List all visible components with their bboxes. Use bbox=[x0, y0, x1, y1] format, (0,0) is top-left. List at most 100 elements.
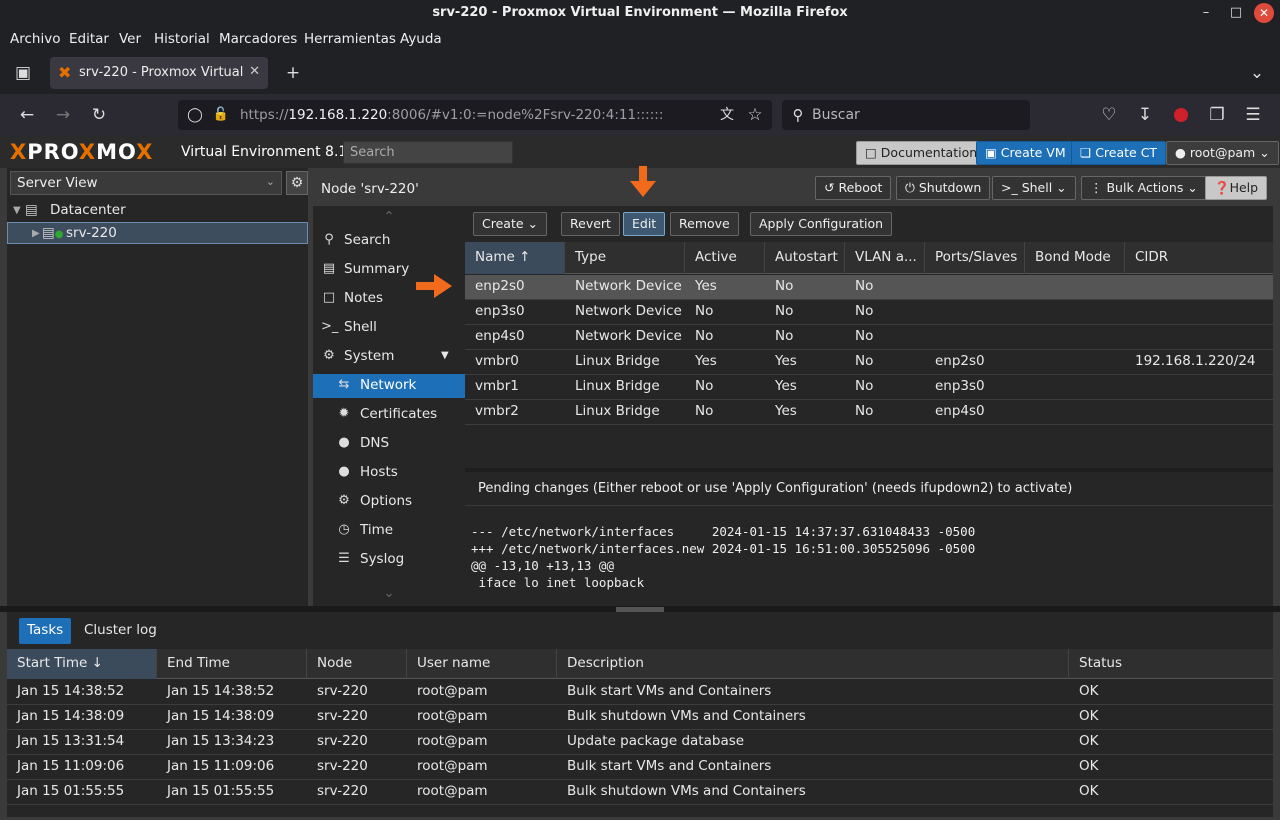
star-icon[interactable]: ☆ bbox=[744, 104, 766, 126]
minimize-icon[interactable]: – bbox=[1196, 3, 1216, 23]
scroll-up-icon[interactable]: ⌃ bbox=[313, 206, 465, 230]
collapse-icon[interactable]: ▼ bbox=[441, 345, 449, 367]
nav-item-system[interactable]: ⚙ System ▼ bbox=[313, 345, 465, 369]
col-name[interactable]: Name ↑ bbox=[465, 242, 565, 274]
tab-list-icon[interactable]: ⌄ bbox=[1246, 62, 1268, 84]
col-ports-slaves[interactable]: Ports/Slaves bbox=[925, 242, 1025, 274]
nav-item-certificates[interactable]: ✹ Certificates bbox=[313, 403, 465, 427]
table-row[interactable]: Jan 15 14:38:52 Jan 15 14:38:52 srv-220 … bbox=[7, 680, 1273, 705]
cell-ports bbox=[925, 300, 935, 325]
proxmox-logo: XPROXMOX bbox=[10, 140, 154, 164]
table-row[interactable]: Jan 15 11:09:06 Jan 15 11:09:06 srv-220 … bbox=[7, 755, 1273, 780]
menu-ver[interactable]: Ver bbox=[119, 31, 141, 47]
cell-status: OK bbox=[1079, 758, 1099, 774]
edit-button[interactable]: Edit bbox=[623, 212, 666, 236]
gear-icon[interactable]: ⚙ bbox=[286, 171, 308, 195]
extension-badge-icon[interactable] bbox=[1170, 104, 1192, 126]
col-end-time[interactable]: End Time bbox=[157, 649, 307, 679]
web-search-input[interactable]: ⚲ Buscar bbox=[782, 100, 1030, 130]
close-tab-icon[interactable]: ✕ bbox=[249, 64, 260, 79]
nav-item-dns[interactable]: ● DNS bbox=[313, 432, 465, 456]
nav-item-hosts[interactable]: ● Hosts bbox=[313, 461, 465, 485]
col-status[interactable]: Status bbox=[1069, 649, 1273, 679]
pocket-icon[interactable]: ♡ bbox=[1098, 104, 1120, 126]
maximize-icon[interactable]: □ bbox=[1226, 3, 1246, 23]
view-selector[interactable]: Server View ⌄ bbox=[10, 171, 282, 195]
menu-historial[interactable]: Historial bbox=[154, 31, 210, 47]
collapse-icon[interactable]: ▶ bbox=[32, 223, 40, 244]
apply-configuration-button[interactable]: Apply Configuration bbox=[750, 212, 893, 236]
col-bond-mode[interactable]: Bond Mode bbox=[1025, 242, 1125, 274]
menu-herramientas[interactable]: Herramientas bbox=[304, 31, 396, 47]
browser-tab[interactable]: ✖ srv-220 - Proxmox Virtual En ✕ bbox=[50, 57, 268, 89]
tree-item-node[interactable]: ▶ ▤● srv-220 bbox=[7, 222, 308, 244]
col-cidr[interactable]: CIDR bbox=[1125, 242, 1273, 274]
monitor-icon: ▣ bbox=[985, 145, 1001, 160]
menu-archivo[interactable]: Archivo bbox=[10, 31, 60, 47]
forward-icon[interactable]: → bbox=[52, 104, 74, 126]
menu-ayuda[interactable]: Ayuda bbox=[400, 31, 442, 47]
shield-icon[interactable]: ◯ bbox=[184, 104, 206, 126]
col-vlan-aware[interactable]: VLAN a... bbox=[845, 242, 925, 274]
nav-item-shell[interactable]: >_ Shell bbox=[313, 316, 465, 340]
table-row[interactable]: Jan 15 13:31:54 Jan 15 13:34:23 srv-220 … bbox=[7, 730, 1273, 755]
shell-button[interactable]: >_ Shell ⌄ bbox=[992, 176, 1076, 200]
sidebar-icon[interactable]: ▣ bbox=[12, 62, 34, 84]
col-autostart[interactable]: Autostart bbox=[765, 242, 845, 274]
nav-item-search[interactable]: ⚲ Search bbox=[313, 229, 465, 253]
nav-item-syslog[interactable]: ☰ Syslog bbox=[313, 548, 465, 572]
url-bar[interactable]: ◯ 🔓 https://192.168.1.220:8006/#v1:0:=no… bbox=[178, 100, 772, 130]
table-row[interactable]: enp3s0 Network Device No No No bbox=[465, 300, 1273, 325]
global-search-input[interactable]: Search bbox=[343, 141, 513, 164]
user-menu-button[interactable]: ● root@pam ⌄ bbox=[1166, 141, 1279, 165]
tab-tasks[interactable]: Tasks bbox=[19, 618, 72, 644]
create-ct-button[interactable]: ❏ Create CT bbox=[1071, 141, 1167, 165]
table-row[interactable]: vmbr2 Linux Bridge No Yes No enp4s0 bbox=[465, 400, 1273, 425]
gear-icon: ⚙ bbox=[338, 493, 350, 508]
col-type[interactable]: Type bbox=[565, 242, 685, 274]
cell-bond bbox=[1025, 275, 1035, 300]
table-row[interactable]: enp4s0 Network Device No No No bbox=[465, 325, 1273, 350]
create-vm-button[interactable]: ▣ Create VM bbox=[976, 141, 1075, 165]
scroll-down-icon[interactable]: ⌄ bbox=[313, 582, 465, 606]
tree-item-datacenter[interactable]: ▼ ▤ Datacenter bbox=[7, 200, 308, 222]
nav-item-options[interactable]: ⚙ Options bbox=[313, 490, 465, 514]
back-icon[interactable]: ← bbox=[16, 104, 38, 126]
table-row[interactable]: vmbr1 Linux Bridge No Yes No enp3s0 bbox=[465, 375, 1273, 400]
cube-icon: ❏ bbox=[1080, 145, 1096, 160]
table-row[interactable]: enp2s0 Network Device Yes No No bbox=[465, 275, 1273, 300]
nav-item-time[interactable]: ◷ Time bbox=[313, 519, 465, 543]
menu-marcadores[interactable]: Marcadores bbox=[219, 31, 297, 47]
tab-cluster-log[interactable]: Cluster log bbox=[76, 618, 165, 644]
expand-icon[interactable]: ▼ bbox=[13, 200, 21, 221]
menu-editar[interactable]: Editar bbox=[69, 31, 109, 47]
reboot-button[interactable]: ↺ Reboot bbox=[815, 176, 892, 200]
table-row[interactable]: Jan 15 01:55:55 Jan 15 01:55:55 srv-220 … bbox=[7, 780, 1273, 805]
help-button[interactable]: ❓Help bbox=[1205, 176, 1268, 200]
reload-icon[interactable]: ↻ bbox=[88, 104, 110, 126]
close-window-icon[interactable]: ✕ bbox=[1254, 3, 1274, 23]
table-row[interactable]: vmbr0 Linux Bridge Yes Yes No enp2s0 192… bbox=[465, 350, 1273, 375]
table-row[interactable]: Jan 15 14:38:09 Jan 15 14:38:09 srv-220 … bbox=[7, 705, 1273, 730]
nav-item-network[interactable]: ⇆ Network bbox=[313, 374, 465, 398]
menu-icon[interactable]: ☰ bbox=[1242, 104, 1264, 126]
extension-icon[interactable]: ❐ bbox=[1206, 104, 1228, 126]
col-description[interactable]: Description bbox=[557, 649, 1069, 679]
create-button[interactable]: Create ⌄ bbox=[473, 212, 547, 236]
cell-active: No bbox=[695, 403, 714, 419]
revert-button[interactable]: Revert bbox=[561, 212, 620, 236]
documentation-button[interactable]: □ Documentation bbox=[856, 141, 987, 165]
col-start-time[interactable]: Start Time ↓ bbox=[7, 649, 157, 679]
bulk-actions-button[interactable]: ⋮ Bulk Actions ⌄ bbox=[1081, 176, 1207, 200]
chevron-down-icon: ⌄ bbox=[265, 175, 275, 188]
col-node[interactable]: Node bbox=[307, 649, 407, 679]
col-active[interactable]: Active bbox=[685, 242, 765, 274]
cell-vlan: No bbox=[855, 278, 874, 294]
remove-button[interactable]: Remove bbox=[670, 212, 739, 236]
download-icon[interactable]: ↧ bbox=[1134, 104, 1156, 126]
shutdown-button[interactable]: ⏻ Shutdown bbox=[896, 176, 991, 200]
col-user-name[interactable]: User name bbox=[407, 649, 557, 679]
lock-icon[interactable]: 🔓 bbox=[210, 104, 232, 126]
translate-icon[interactable]: 文 bbox=[716, 104, 738, 126]
new-tab-icon[interactable]: + bbox=[282, 62, 304, 84]
